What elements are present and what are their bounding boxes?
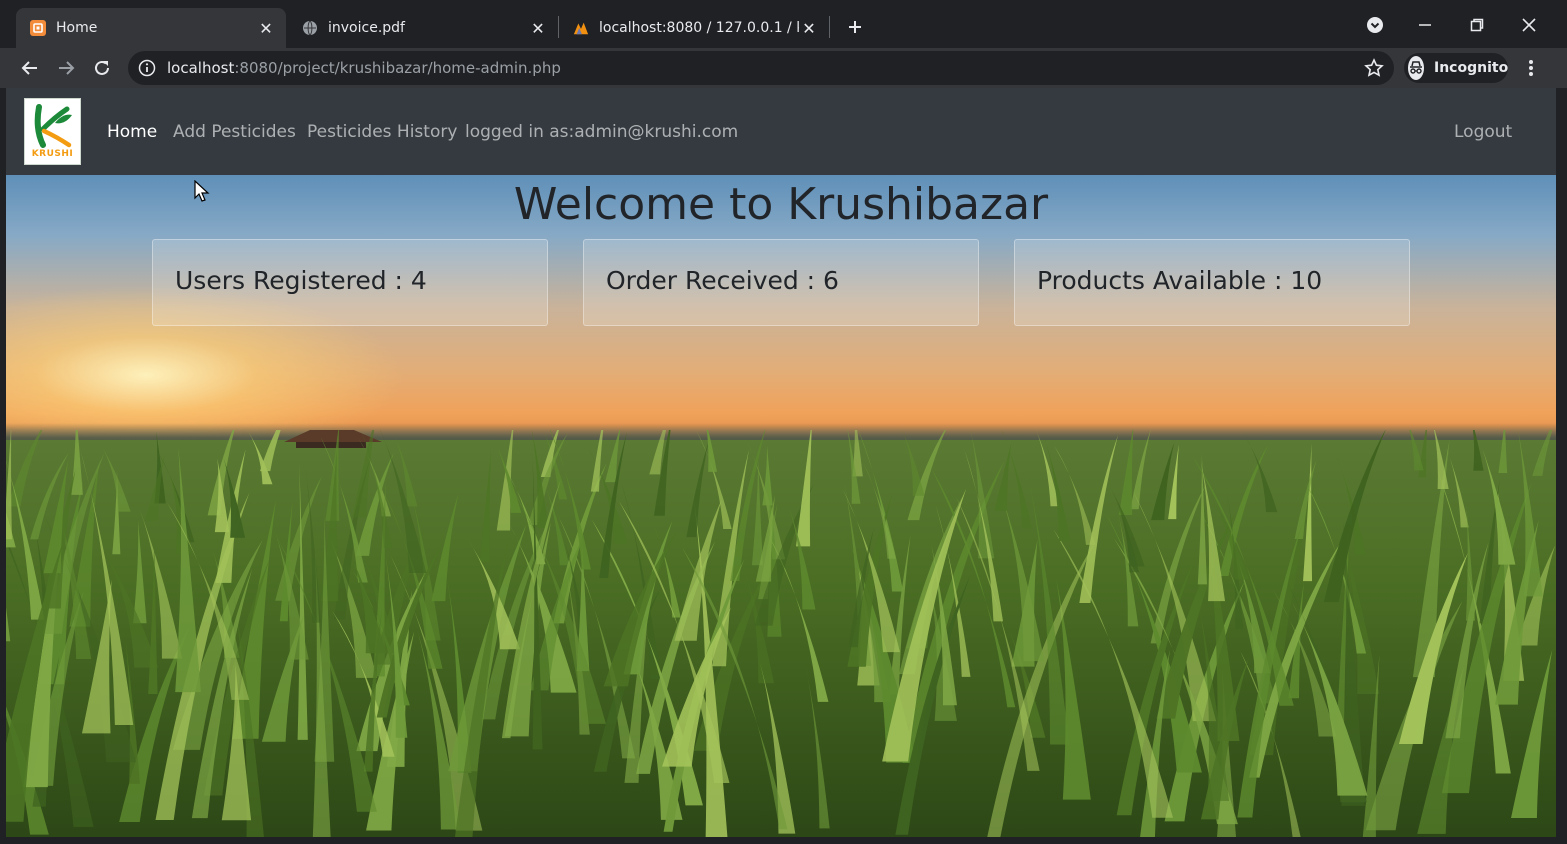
incognito-label: Incognito: [1434, 60, 1509, 76]
url-host: localhost: [167, 59, 235, 77]
plus-icon: [849, 21, 861, 33]
stat-card-users: Users Registered : 4: [152, 239, 548, 326]
info-icon[interactable]: [138, 59, 156, 77]
logo-text: KRUSHI: [31, 149, 74, 159]
stat-card-orders: Order Received : 6: [583, 239, 979, 326]
close-icon: [1522, 18, 1536, 32]
minimize-icon: [1419, 24, 1431, 26]
stat-users-registered: Users Registered : 4: [175, 266, 427, 295]
tab-phpmyadmin[interactable]: localhost:8080 / 127.0.0.1 / krushi ✕: [559, 8, 829, 48]
star-icon[interactable]: [1364, 58, 1384, 78]
tab-search-button[interactable]: [1360, 10, 1390, 40]
stat-orders-received: Order Received : 6: [606, 266, 839, 295]
window-close-button[interactable]: [1514, 10, 1544, 40]
globe-icon: [302, 20, 318, 36]
site-navbar: KRUSHI Home Add Pesticides Pesticides Hi…: [6, 88, 1556, 175]
nav-add-pesticides[interactable]: Add Pesticides: [173, 122, 296, 142]
chevron-down-icon: [1367, 17, 1383, 33]
krushi-logo[interactable]: KRUSHI: [24, 98, 81, 165]
tab-title: localhost:8080 / 127.0.0.1 / krushi: [599, 20, 799, 36]
tab-strip: Home ✕ invoice.pdf ✕ localhost:8080 / 12…: [0, 0, 1567, 48]
close-icon[interactable]: ✕: [528, 18, 548, 38]
close-icon[interactable]: ✕: [799, 18, 819, 38]
logged-in-user: logged in as:admin@krushi.com: [465, 122, 739, 142]
browser-toolbar: localhost:8080/project/krushibazar/home-…: [0, 48, 1567, 88]
stat-card-products: Products Available : 10: [1014, 239, 1410, 326]
arrow-left-icon: [21, 61, 37, 75]
site-icon: [30, 20, 46, 36]
corn-field-image: [6, 430, 1556, 837]
arrow-right-icon: [59, 61, 75, 75]
nav-pesticides-history[interactable]: Pesticides History: [307, 122, 457, 142]
welcome-heading: Welcome to Krushibazar: [513, 179, 1049, 230]
browser-window: Home ✕ invoice.pdf ✕ localhost:8080 / 12…: [0, 0, 1567, 844]
nav-home[interactable]: Home: [107, 122, 157, 142]
browser-menu-button[interactable]: [1519, 56, 1543, 80]
tab-separator: [829, 16, 830, 38]
url-path: :8080/project/krushibazar/home-admin.php: [234, 59, 561, 77]
url-text[interactable]: localhost:8080/project/krushibazar/home-…: [167, 59, 561, 77]
web-page: KRUSHI Home Add Pesticides Pesticides Hi…: [6, 88, 1556, 837]
nav-logout[interactable]: Logout: [1454, 122, 1512, 142]
reload-icon: [95, 60, 109, 75]
stat-products-available: Products Available : 10: [1037, 266, 1323, 295]
incognito-icon: [1408, 56, 1424, 80]
address-bar[interactable]: localhost:8080/project/krushibazar/home-…: [128, 51, 1394, 85]
phpmyadmin-icon: [573, 20, 589, 36]
tab-invoice[interactable]: invoice.pdf ✕: [288, 8, 558, 48]
hero-section: Welcome to Krushibazar Users Registered …: [6, 175, 1556, 837]
tab-home[interactable]: Home ✕: [16, 8, 286, 48]
restore-button[interactable]: [1462, 10, 1492, 40]
restore-icon: [1470, 18, 1484, 32]
close-icon[interactable]: ✕: [256, 18, 276, 38]
forward-button[interactable]: [52, 54, 80, 82]
back-button[interactable]: [16, 54, 44, 82]
minimize-button[interactable]: [1410, 10, 1440, 40]
new-tab-button[interactable]: [842, 14, 868, 40]
tab-title: Home: [56, 20, 98, 36]
mouse-cursor-icon: [194, 180, 210, 202]
reload-button[interactable]: [88, 54, 116, 82]
incognito-profile-button[interactable]: Incognito: [1404, 53, 1508, 83]
tab-title: invoice.pdf: [328, 20, 405, 36]
more-vert-icon: [1529, 60, 1533, 76]
